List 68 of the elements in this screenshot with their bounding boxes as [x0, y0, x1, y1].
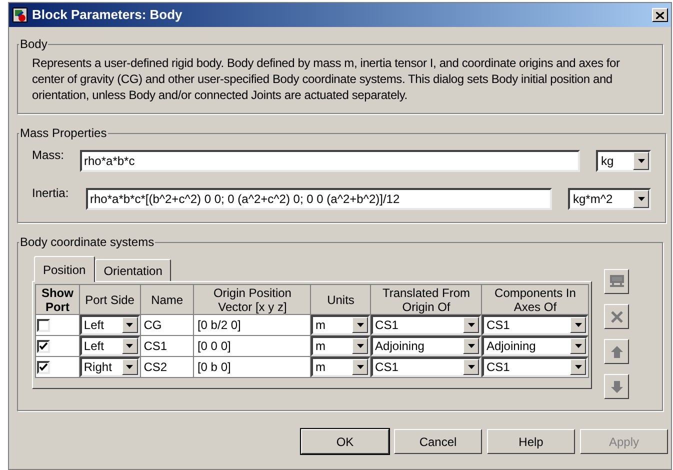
table-cell-text: CS2 — [142, 360, 168, 374]
move-up-button[interactable] — [604, 339, 629, 364]
unit-dropdown[interactable]: kg*m^2 — [568, 188, 651, 210]
dropdown-arrow-icon — [638, 197, 644, 201]
cell-dropdown[interactable]: Left — [80, 315, 140, 335]
description-text: Represents a user-defined rigid body. Body defined by mass m, inertia tensor I, and coordinate origins and axes for center of gravity (CG) and other user-specified Body coordinate systems. This dialog sets Body initial position and orientation, unless Body and/or connected Joints are actuated separately. — [32, 55, 621, 103]
dropdown-arrow-icon — [468, 323, 475, 327]
unit-dropdown[interactable]: kg — [596, 150, 651, 172]
table-cell-text: [0 b/2 0] — [196, 318, 242, 332]
dropdown-arrow-icon — [468, 365, 475, 369]
column-header: Port Side — [79, 284, 140, 314]
cell-dropdown[interactable]: Right — [80, 357, 140, 377]
cell-dropdown[interactable]: CS1 — [371, 315, 482, 335]
table-cell-text: CG — [142, 318, 163, 332]
group-title: Mass Properties — [19, 125, 108, 142]
column-header: Origin Position Vector [x y z] — [194, 284, 311, 314]
table-cell-text: [0 0 0] — [196, 339, 232, 353]
close-button[interactable] — [652, 8, 668, 22]
dropdown-arrow-icon — [574, 323, 582, 327]
tab[interactable]: Position — [34, 256, 95, 282]
up-arrow-icon — [608, 344, 624, 360]
dialog-button[interactable]: OK — [301, 429, 389, 454]
dialog-button[interactable]: Help — [487, 429, 575, 454]
window-title: Block Parameters: Body — [32, 6, 184, 24]
down-arrow-icon — [608, 378, 624, 394]
checkbox[interactable] — [37, 360, 50, 374]
cell-dropdown[interactable]: Adjoining — [371, 336, 482, 356]
checkbox[interactable] — [37, 340, 50, 352]
cell-dropdown[interactable]: Left — [80, 336, 140, 356]
dropdown-arrow-icon — [356, 365, 364, 369]
column-header: Translated From Origin Of — [370, 284, 482, 314]
cell-dropdown[interactable]: CS1 — [371, 357, 482, 377]
cell-dropdown[interactable]: m — [311, 357, 370, 377]
field-label: Mass: — [32, 147, 66, 164]
column-header: Show Port — [36, 284, 80, 314]
column-header: Units — [310, 284, 371, 314]
dropdown-arrow-icon — [468, 344, 475, 348]
column-header: Components In Axes Of — [482, 284, 588, 314]
tab[interactable]: Orientation — [94, 259, 172, 281]
cell-dropdown[interactable]: m — [311, 336, 370, 356]
dropdown-arrow-icon — [356, 323, 364, 327]
table-cell-text: CS1 — [142, 339, 168, 353]
input-field[interactable]: rho*a*b*c — [80, 150, 580, 172]
cell-dropdown[interactable]: m — [311, 315, 370, 335]
cell-dropdown[interactable]: CS1 — [482, 315, 588, 335]
dropdown-arrow-icon — [574, 365, 582, 369]
input-field[interactable]: rho*a*b*c*[(b^2+c^2) 0 0; 0 (a^2+c^2) 0; 0 0 (a^2+b^2)]/12 — [86, 188, 552, 210]
close-icon — [608, 308, 624, 324]
table-cell-text: [0 b 0] — [196, 360, 232, 374]
dropdown-arrow-icon — [126, 365, 134, 369]
dropdown-arrow-icon — [574, 344, 582, 348]
dialog-button[interactable]: Cancel — [394, 429, 482, 454]
add-row-button[interactable] — [604, 269, 629, 294]
dropdown-arrow-icon — [126, 344, 134, 348]
cell-dropdown[interactable]: Adjoining — [482, 336, 588, 356]
dropdown-arrow-icon — [126, 323, 134, 327]
close-icon — [656, 12, 664, 18]
cell-dropdown[interactable]: CS1 — [482, 357, 588, 377]
app-icon — [12, 7, 28, 23]
dropdown-arrow-icon — [638, 159, 644, 163]
checkbox[interactable] — [37, 318, 50, 332]
dropdown-arrow-icon — [356, 344, 364, 348]
move-down-button[interactable] — [604, 374, 629, 399]
group-title: Body coordinate systems — [19, 234, 156, 251]
field-label: Inertia: — [32, 185, 70, 202]
column-header: Name — [140, 284, 194, 314]
group-title: Body — [19, 36, 48, 53]
delete-row-button[interactable] — [604, 304, 629, 329]
